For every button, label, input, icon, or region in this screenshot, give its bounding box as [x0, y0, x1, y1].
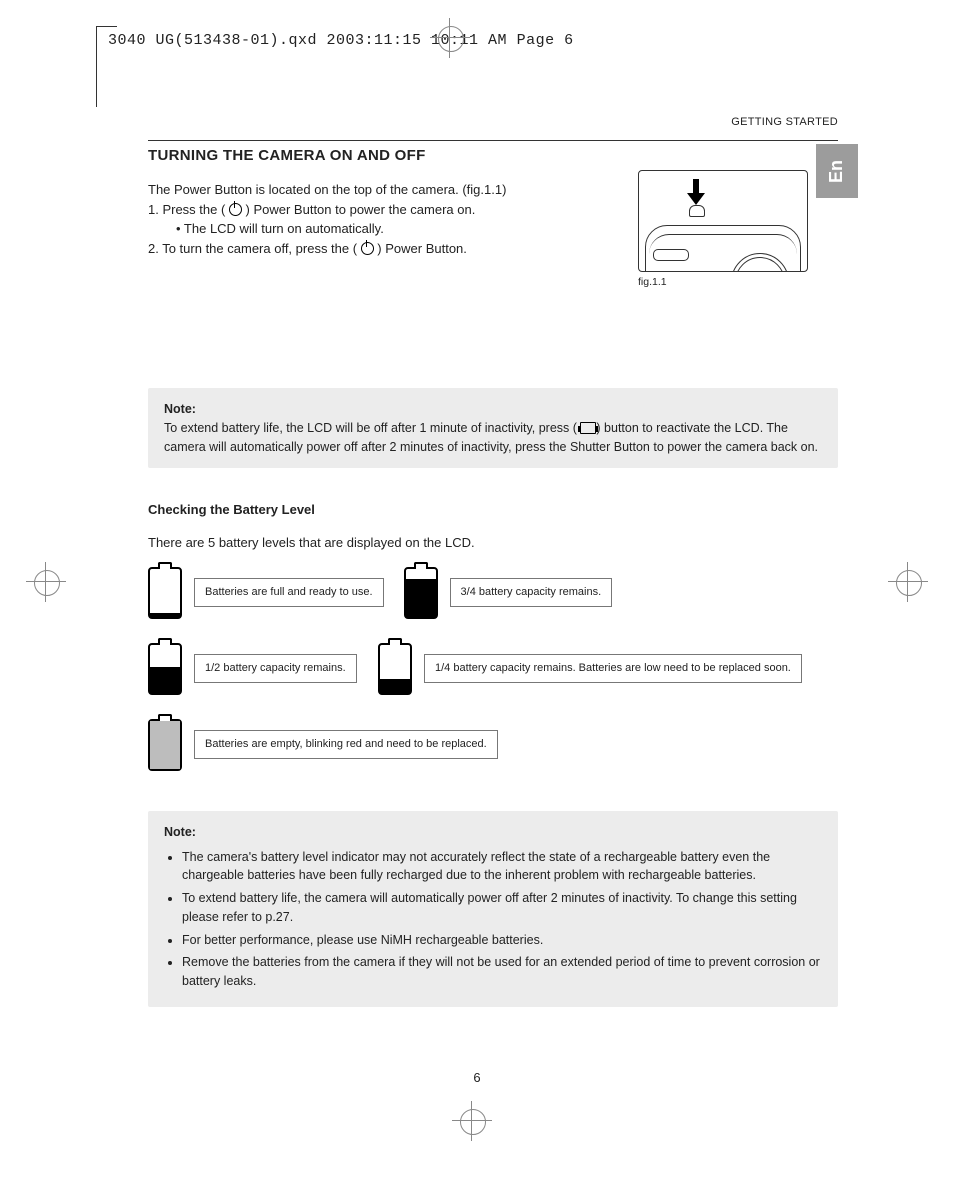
file-header-slug: 3040 UG(513438-01).qxd 2003:11:15 10:11 … — [108, 32, 574, 49]
registration-mark-icon — [888, 562, 928, 602]
note-label: Note: — [164, 402, 196, 416]
battery-intro: There are 5 battery levels that are disp… — [148, 533, 838, 553]
battery-label: Batteries are empty, blinking red and ne… — [194, 730, 498, 759]
registration-mark-icon — [26, 562, 66, 602]
battery-icon — [404, 567, 438, 619]
note-bullet: The camera's battery level indicator may… — [182, 848, 822, 886]
battery-level-full: Batteries are full and ready to use. — [148, 567, 384, 619]
section-title: TURNING THE CAMERA ON AND OFF — [148, 147, 838, 164]
battery-level-3-4: 3/4 battery capacity remains. — [404, 567, 614, 619]
content-area: GETTING STARTED TURNING THE CAMERA ON AN… — [148, 116, 838, 1007]
note-text: To extend battery life, the LCD will be … — [164, 421, 580, 435]
battery-icon — [378, 643, 412, 695]
page: 3040 UG(513438-01).qxd 2003:11:15 10:11 … — [0, 0, 954, 1187]
note-bullet-list: The camera's battery level indicator may… — [164, 848, 822, 991]
step-1-sub: • The LCD will turn on automatically. — [148, 219, 588, 239]
battery-label: 1/4 battery capacity remains. Batteries … — [424, 654, 802, 683]
battery-icon — [148, 567, 182, 619]
battery-label: 1/2 battery capacity remains. — [194, 654, 357, 683]
power-icon — [361, 242, 374, 255]
battery-label: Batteries are full and ready to use. — [194, 578, 384, 607]
note-bullet: To extend battery life, the camera will … — [182, 889, 822, 927]
note-bullet: Remove the batteries from the camera if … — [182, 953, 822, 991]
power-icon — [229, 203, 242, 216]
battery-level-1-2: 1/2 battery capacity remains. — [148, 643, 358, 695]
note-label: Note: — [164, 825, 196, 839]
note-box-1: Note: To extend battery life, the LCD wi… — [148, 388, 838, 468]
battery-icon — [148, 643, 182, 695]
battery-level-empty: Batteries are empty, blinking red and ne… — [148, 719, 498, 771]
battery-label: 3/4 battery capacity remains. — [450, 578, 613, 607]
registration-mark-icon — [430, 18, 470, 58]
registration-mark-icon — [452, 1101, 492, 1141]
battery-icon — [148, 719, 182, 771]
note-box-2: Note: The camera's battery level indicat… — [148, 811, 838, 1007]
step-2: 2. To turn the camera off, press the ( )… — [148, 239, 588, 259]
intro-line: The Power Button is located on the top o… — [148, 180, 588, 200]
battery-level-1-4: 1/4 battery capacity remains. Batteries … — [378, 643, 802, 695]
section-header: GETTING STARTED — [148, 116, 838, 128]
intro-text: The Power Button is located on the top o… — [148, 180, 588, 258]
battery-levels-grid: Batteries are full and ready to use. 3/4… — [148, 567, 838, 771]
divider — [148, 140, 838, 141]
battery-heading: Checking the Battery Level — [148, 502, 838, 517]
display-icon — [580, 422, 596, 434]
step-1: 1. Press the ( ) Power Button to power t… — [148, 200, 588, 220]
page-number: 6 — [0, 1070, 954, 1085]
note-bullet: For better performance, please use NiMH … — [182, 931, 822, 950]
